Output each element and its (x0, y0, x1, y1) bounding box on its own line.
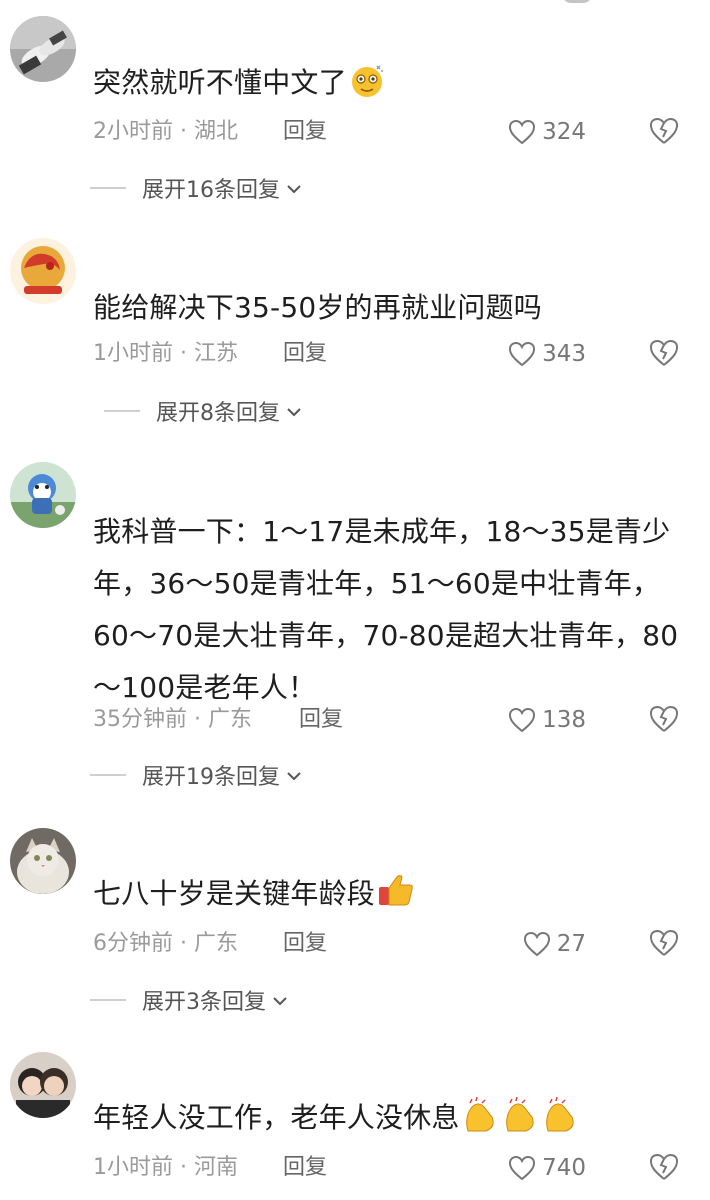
comment-meta: 1小时前 · 河南 回复 740 (93, 1152, 680, 1184)
comment-list: 突然就听不懂中文了 2小时前 · 湖北 回复 324 展开16条回复 能给解决下… (0, 0, 710, 1200)
comment-content: 能给解决下35-50岁的再就业问题吗 (93, 291, 542, 324)
expand-replies-button[interactable]: 展开3条回复 (90, 985, 288, 1015)
heart-icon (509, 341, 536, 367)
comment-text: 年轻人没工作，老年人没休息 (93, 1092, 680, 1150)
reply-button[interactable]: 回复 (299, 704, 343, 736)
like-button[interactable]: 138 (508, 704, 586, 736)
timestamp-location: 2小时前 · 湖北 (93, 119, 238, 144)
expand-replies-button[interactable]: 展开8条回复 (104, 396, 302, 426)
clapping-hands-emoji (462, 1095, 582, 1150)
comment-content: 突然就听不懂中文了 (93, 66, 347, 99)
comment-text: 我科普一下：1～17是未成年，18～35是青少年，36～50是青壮年，51～60… (93, 506, 680, 714)
chevron-down-icon (286, 399, 302, 424)
avatar-image-cartoon (10, 462, 76, 528)
comment-meta: 6分钟前 · 广东 回复 27 (93, 928, 680, 960)
like-icon (562, 0, 592, 3)
comment-content: 七八十岁是关键年龄段 (93, 877, 376, 910)
reply-button[interactable]: 回复 (283, 1152, 327, 1184)
expand-replies-label: 展开3条回复 (142, 990, 266, 1015)
heart-icon (523, 931, 550, 957)
divider-line (90, 999, 126, 1001)
chevron-down-icon (286, 763, 302, 788)
avatar[interactable] (10, 462, 76, 528)
expand-replies-label: 展开19条回复 (142, 765, 280, 790)
heart-icon (509, 1155, 536, 1181)
like-count: 324 (542, 119, 586, 145)
like-count: 343 (542, 341, 586, 367)
timestamp-location: 6分钟前 · 广东 (93, 931, 238, 956)
divider-line (90, 187, 126, 189)
heart-icon (509, 119, 536, 145)
comment-text: 能给解决下35-50岁的再就业问题吗 (93, 282, 680, 334)
broken-heart-icon (649, 339, 679, 366)
comment-meta: 2小时前 · 湖北 回复 324 (93, 116, 680, 148)
broken-heart-icon (649, 117, 679, 144)
like-button[interactable]: 343 (508, 338, 586, 370)
avatar-image-dragon (10, 238, 76, 304)
reply-button[interactable]: 回复 (283, 116, 327, 148)
broken-heart-icon (649, 705, 679, 732)
comment-text: 七八十岁是关键年龄段 (93, 868, 680, 926)
avatar-image-hands (10, 16, 76, 82)
chevron-down-icon (286, 176, 302, 201)
like-count: 740 (542, 1155, 586, 1181)
chevron-down-icon (272, 988, 288, 1013)
divider-line (104, 410, 140, 412)
expand-replies-button[interactable]: 展开16条回复 (90, 173, 302, 203)
divider-line (90, 774, 126, 776)
timestamp-location: 1小时前 · 江苏 (93, 341, 238, 366)
expand-replies-button[interactable]: 展开19条回复 (90, 760, 302, 790)
timestamp-location: 35分钟前 · 广东 (93, 707, 252, 732)
avatar-image-couple (10, 1052, 76, 1118)
comment-text: 突然就听不懂中文了 (93, 57, 680, 115)
comment-meta: 1小时前 · 江苏 回复 343 (93, 338, 680, 370)
timestamp-location: 1小时前 · 河南 (93, 1155, 238, 1180)
avatar[interactable] (10, 828, 76, 894)
dislike-button[interactable] (648, 928, 680, 960)
avatar[interactable] (10, 1052, 76, 1118)
like-button[interactable]: 740 (508, 1152, 586, 1184)
avatar[interactable] (10, 238, 76, 304)
broken-heart-icon (649, 1153, 679, 1180)
reply-button[interactable]: 回复 (283, 338, 327, 370)
avatar[interactable] (10, 16, 76, 82)
like-button[interactable]: 27 (523, 928, 586, 960)
comment-content: 年轻人没工作，老年人没休息 (93, 1101, 460, 1134)
like-button[interactable]: 324 (508, 116, 586, 148)
like-count: 27 (556, 931, 586, 957)
expand-replies-label: 展开8条回复 (156, 401, 280, 426)
comment-content: 我科普一下：1～17是未成年，18～35是青少年，36～50是青壮年，51～60… (93, 515, 679, 704)
expand-replies-label: 展开16条回复 (142, 178, 280, 203)
thumbs-up-emoji (377, 871, 415, 926)
dizzy-face-emoji (349, 62, 385, 115)
dislike-button[interactable] (648, 116, 680, 148)
dislike-button[interactable] (648, 338, 680, 370)
heart-icon (509, 707, 536, 733)
comment-meta: 35分钟前 · 广东 回复 138 (93, 704, 680, 736)
reply-button[interactable]: 回复 (283, 928, 327, 960)
broken-heart-icon (649, 929, 679, 956)
avatar-image-cat (10, 828, 76, 894)
like-count: 138 (542, 707, 586, 733)
dislike-button[interactable] (648, 704, 680, 736)
dislike-button[interactable] (648, 1152, 680, 1184)
